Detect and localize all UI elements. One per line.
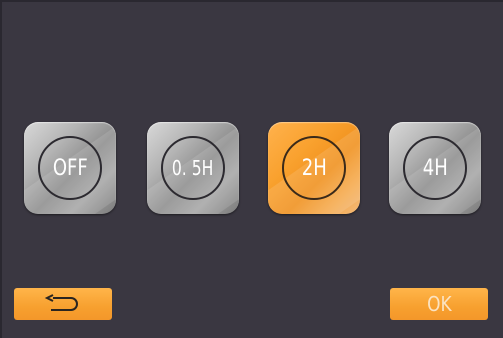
option-4h-button[interactable]: 4H xyxy=(389,122,481,214)
option-off-button[interactable]: OFF xyxy=(24,122,116,214)
option-ring: OFF xyxy=(38,136,102,200)
option-label: 2H xyxy=(301,155,327,181)
option-ring: 2H xyxy=(282,136,346,200)
option-label: 0. 5H xyxy=(172,156,214,180)
option-0-5h-button[interactable]: 0. 5H xyxy=(147,122,239,214)
return-arrow-icon xyxy=(44,294,78,311)
option-label: OFF xyxy=(52,155,88,181)
option-ring: 0. 5H xyxy=(161,136,225,200)
option-ring: 4H xyxy=(403,136,467,200)
option-label: 4H xyxy=(422,155,448,181)
option-2h-button[interactable]: 2H xyxy=(268,122,360,214)
back-button[interactable] xyxy=(14,288,112,320)
ok-label: OK xyxy=(426,292,452,316)
ok-button[interactable]: OK xyxy=(390,288,488,320)
